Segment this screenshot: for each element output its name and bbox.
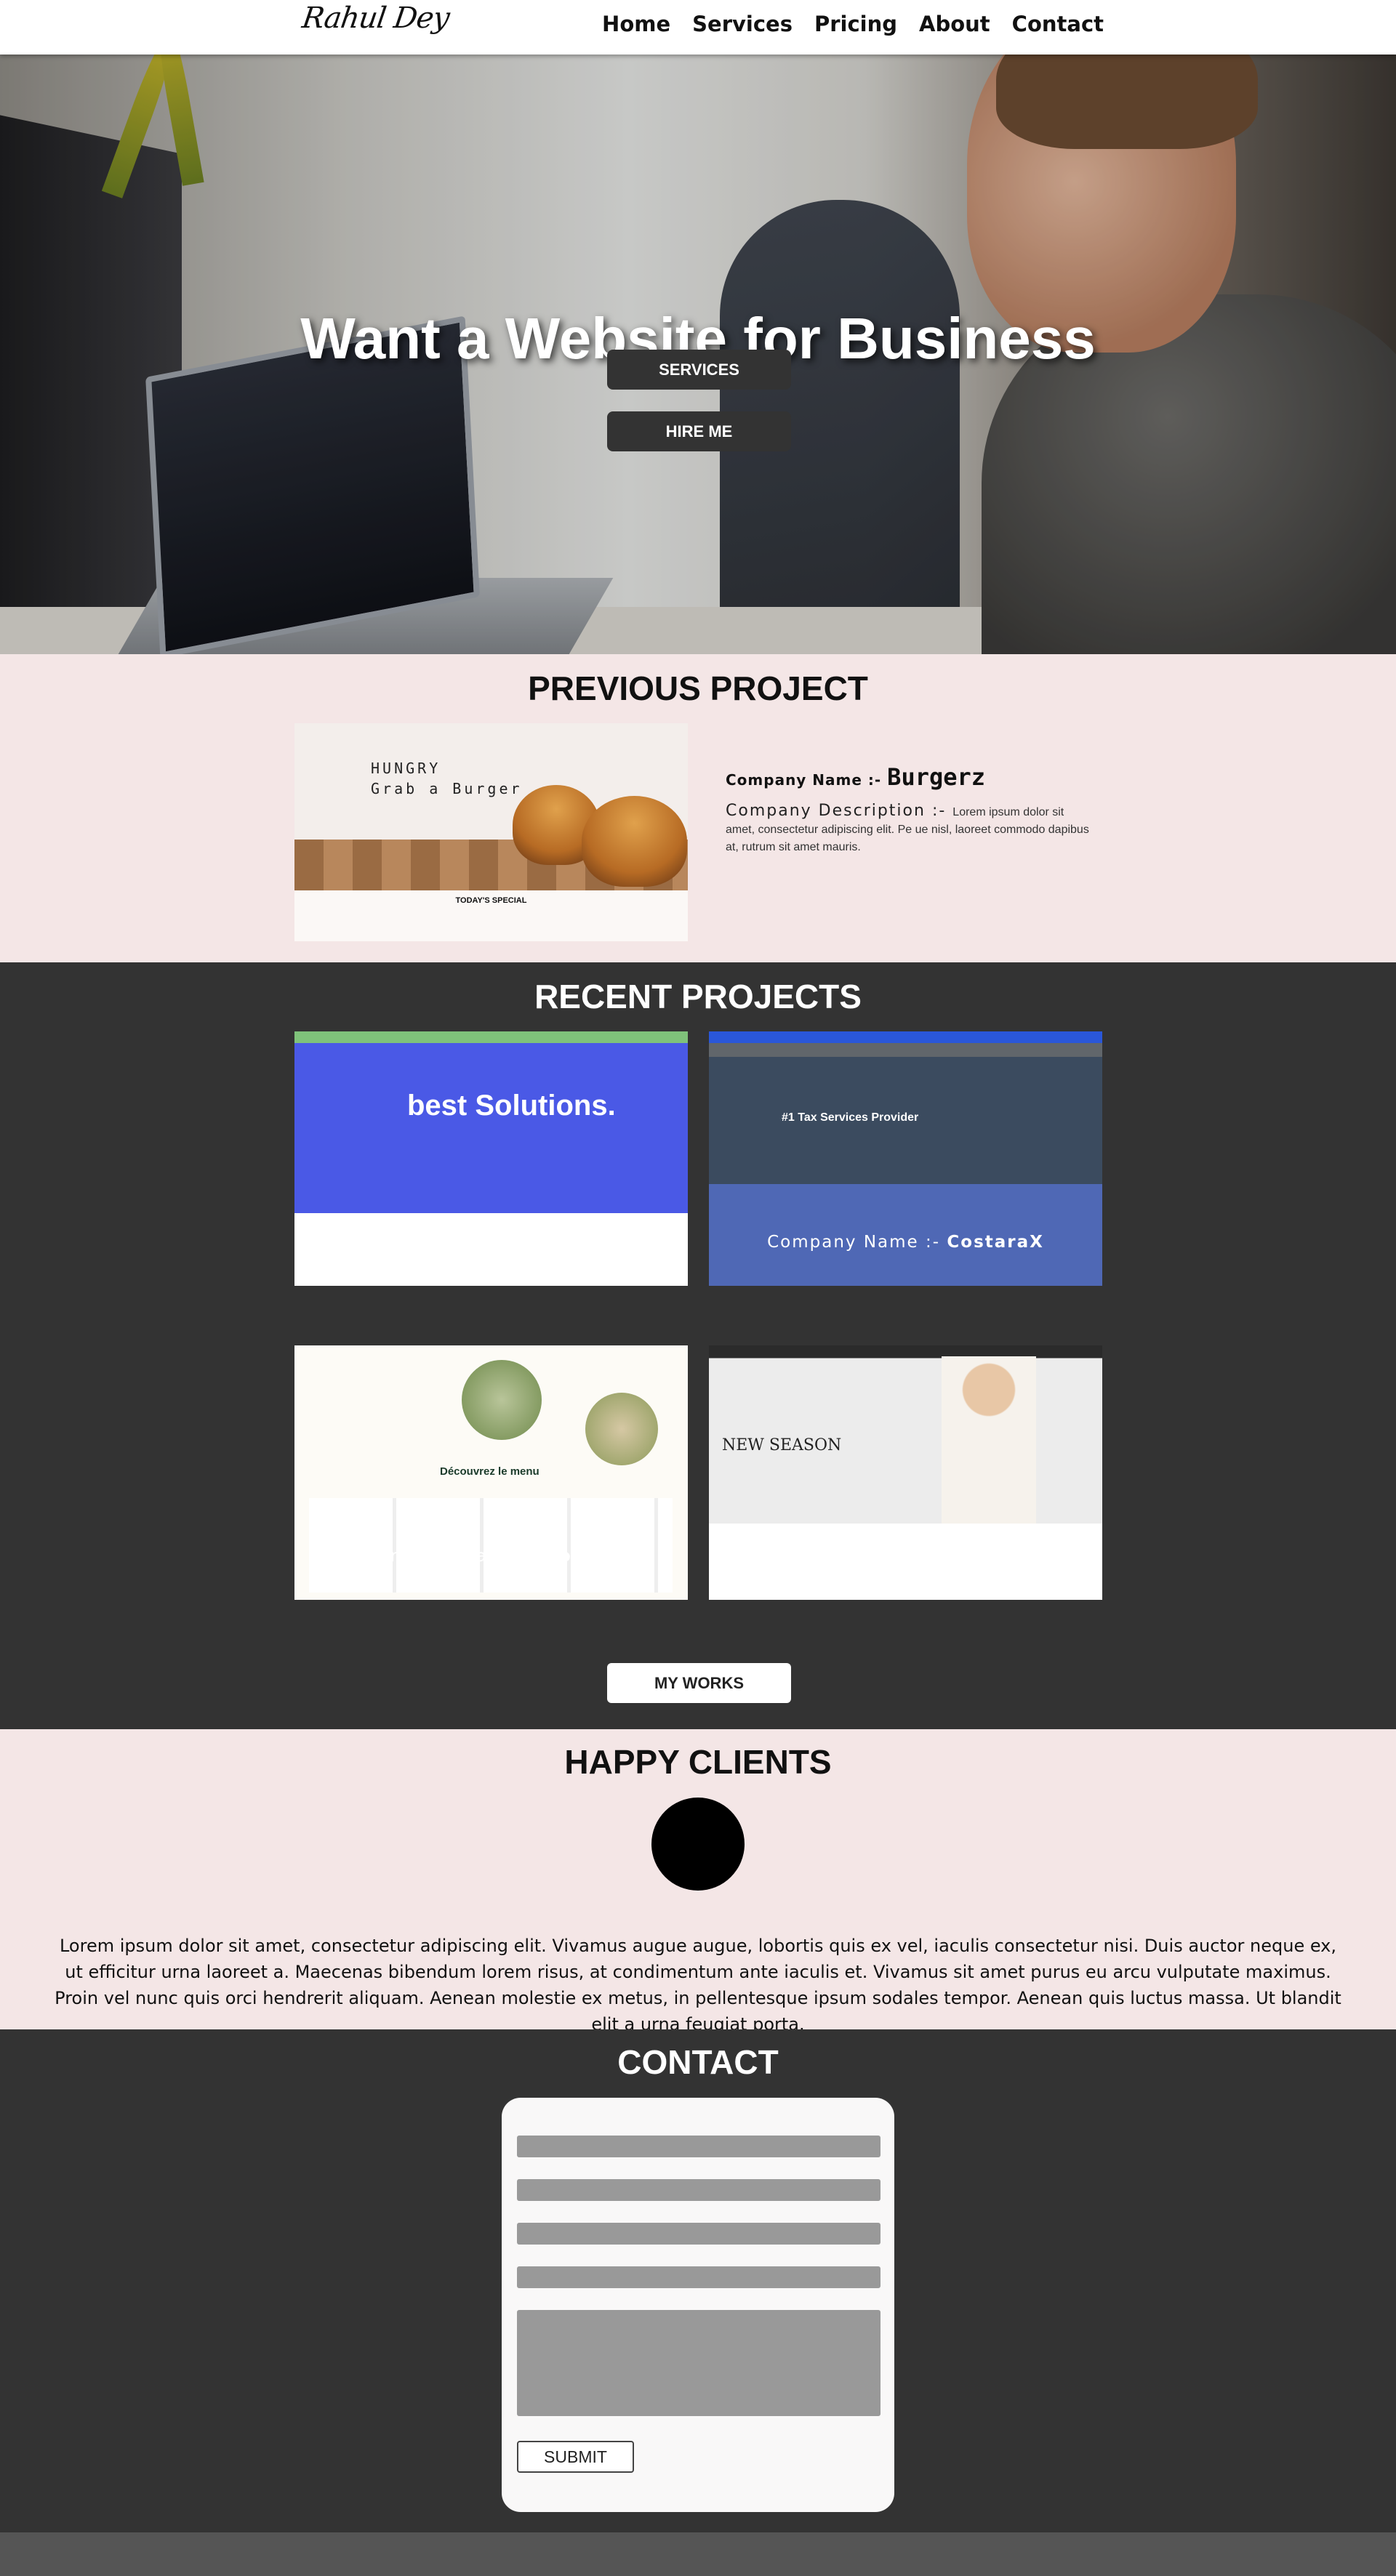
services-button[interactable]: SERVICES (607, 350, 791, 390)
burgerz-preview-heading: HUNGRY (371, 760, 441, 777)
promo-stripe (709, 1031, 1102, 1043)
salad-image (585, 1393, 658, 1465)
nav-contact[interactable]: Contact (1012, 12, 1104, 36)
project-label-prefix: Company Name :- (338, 1233, 519, 1252)
project-name: ConsultBizz (518, 1233, 644, 1252)
burgerz-preview-text: HUNGRY Grab a Burger (371, 758, 523, 799)
nav-home[interactable]: Home (602, 12, 670, 36)
company-name-line: Company Name :- Burgerz (726, 763, 1089, 791)
top-nav: Rahul Dey Home Services Pricing About Co… (0, 0, 1396, 55)
site-logo[interactable]: Rahul Dey (300, 1, 452, 35)
contact-section: CONTACT SUBMIT (0, 2029, 1396, 2532)
hire-me-button[interactable]: HIRE ME (607, 411, 791, 451)
contact-name-field[interactable] (517, 2136, 880, 2157)
burgerz-screenshot[interactable]: HUNGRY Grab a Burger TODAY'S SPECIAL (294, 723, 688, 941)
promo-stripe (294, 1031, 688, 1043)
project-name: COZA STORE (928, 1547, 1063, 1566)
contact-message-field[interactable] (517, 2310, 880, 2416)
nav-pricing[interactable]: Pricing (814, 12, 897, 36)
footer (0, 2532, 1396, 2576)
project-label-prefix: Company Name :- (767, 1233, 947, 1252)
project-label: Company Name :- COZA STORE (709, 1547, 1102, 1566)
client-testimonial: Lorem ipsum dolor sit amet, consectetur … (55, 1936, 1341, 2034)
previous-project-info: Company Name :- Burgerz Company Descript… (726, 763, 1089, 856)
project-name: Colibri (545, 1547, 617, 1566)
company-name-value: Burgerz (887, 763, 986, 791)
menu-cards (309, 1498, 673, 1593)
hero-section: Want a Website for Business SERVICES HIR… (0, 55, 1396, 654)
nav-about[interactable]: About (919, 12, 990, 36)
previous-project-section: PREVIOUS PROJECT HUNGRY Grab a Burger TO… (0, 654, 1396, 962)
burgerz-preview-sub: Grab a Burger (371, 780, 523, 797)
company-description: Company Description :- Lorem ipsum dolor… (726, 802, 1089, 856)
project-label: Company Name :- CostaraX (709, 1233, 1102, 1252)
nav-services[interactable]: Services (692, 12, 793, 36)
costarax-tagline: #1 Tax Services Provider (782, 1111, 919, 1124)
main-menu: Home Services Pricing About Contact (602, 12, 1104, 36)
happy-clients-section: HAPPY CLIENTS Lorem ipsum dolor sit amet… (0, 1729, 1396, 2034)
colibri-tagline: Découvrez le menu (440, 1465, 539, 1478)
recent-projects-section: RECENT PROJECTS best Solutions. Company … (0, 962, 1396, 1729)
previous-project-title: PREVIOUS PROJECT (528, 669, 868, 707)
happy-clients-title: HAPPY CLIENTS (564, 1743, 832, 1781)
burgerz-special-strip: TODAY'S SPECIAL (294, 890, 688, 941)
project-label: Company Name :- Colibri (294, 1547, 688, 1566)
project-label-prefix: Company Name :- (365, 1547, 546, 1566)
submit-button[interactable]: SUBMIT (517, 2441, 634, 2473)
company-name-label: Company Name :- (726, 771, 888, 789)
model-image (942, 1356, 1036, 1524)
my-works-button[interactable]: MY WORKS (607, 1663, 791, 1703)
contact-phone-field[interactable] (517, 2223, 880, 2245)
project-label: Company Name :- ConsultBizz (294, 1233, 688, 1252)
contact-form: SUBMIT (502, 2098, 894, 2512)
burger-image (582, 796, 687, 887)
coza-tagline: NEW SEASON (722, 1436, 842, 1454)
consultbizz-tagline: best Solutions. (407, 1090, 616, 1122)
client-avatar (651, 1798, 745, 1891)
project-label-prefix: Company Name :- (748, 1547, 929, 1566)
contact-title: CONTACT (617, 2043, 779, 2081)
project-name: CostaraX (947, 1233, 1044, 1252)
salad-image (462, 1360, 542, 1440)
contact-subject-field[interactable] (517, 2266, 880, 2288)
recent-projects-title: RECENT PROJECTS (534, 978, 862, 1015)
company-description-label: Company Description :- (726, 802, 953, 820)
contact-email-field[interactable] (517, 2179, 880, 2201)
